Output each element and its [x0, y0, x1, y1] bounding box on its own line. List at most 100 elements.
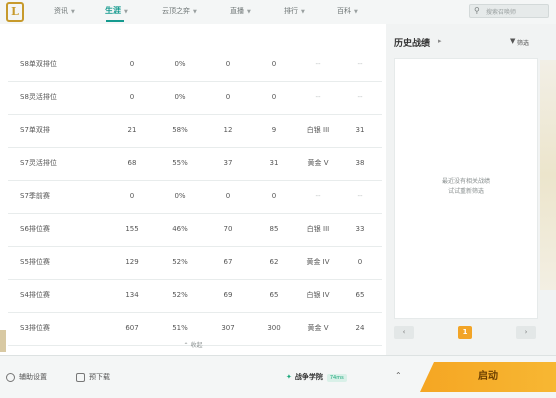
queue-name: S5排位赛: [20, 258, 50, 266]
nav-item-label: 云顶之弈: [162, 7, 190, 15]
rank-tier: 白银 IV: [306, 291, 330, 299]
games-played: 0: [129, 192, 135, 200]
league-points: --: [357, 192, 363, 200]
win-rate: 55%: [172, 159, 188, 167]
nav-item-label: 百科: [337, 7, 351, 15]
filter-icon[interactable]: ▼: [510, 37, 515, 45]
chevron-down-icon: ▼: [193, 9, 197, 15]
win-rate: 58%: [172, 126, 188, 134]
queue-name: S8灵活排位: [20, 93, 57, 101]
losses-count: 0: [271, 60, 277, 68]
losses-count: 9: [271, 126, 277, 134]
history-list: 最近没有相关战绩 试试重新筛选: [394, 58, 538, 319]
nav-item-label: 资讯: [54, 7, 68, 15]
wins-count: 70: [223, 225, 233, 233]
search-icon: ⚲: [474, 6, 480, 15]
chevron-up-icon[interactable]: ⌃: [395, 371, 402, 380]
wins-count: 0: [225, 60, 231, 68]
win-rate: 52%: [172, 291, 188, 299]
search-placeholder: 搜索召唤师: [486, 9, 517, 16]
server-name: 战争学院: [294, 373, 323, 381]
bottom-bar: 辅助设置 预下载 ✦ 战争学院 74ms ⌃ 启动: [0, 355, 556, 398]
rank-tier: --: [315, 192, 321, 200]
nav-item-label: 生涯: [105, 6, 121, 15]
table-row: S8灵活排位 0 0% 0 0 -- --: [8, 81, 382, 115]
chevron-down-icon: ▼: [247, 9, 251, 15]
losses-count: 0: [271, 192, 277, 200]
match-history-panel: 历史战绩 ▸ ▼ 筛选 最近没有相关战绩 试试重新筛选 ‹ 1 ›: [386, 24, 556, 355]
launch-button[interactable]: 启动: [420, 362, 556, 392]
next-page-button[interactable]: ›: [516, 326, 536, 339]
table-row: S7灵活排位 68 55% 37 31 黄金 V 38: [8, 147, 382, 181]
ranked-stats-panel[interactable]: S8单双排位 0 0% 0 0 -- -- S8灵活排位 0 0% 0 0 -- -- S7单双排 21 58%…: [0, 24, 386, 355]
table-row: S6排位赛 155 46% 70 85 白银 III 33: [8, 213, 382, 247]
nav-item-news[interactable]: 资讯 ▼: [54, 6, 75, 16]
rank-tier: 黄金 V: [307, 159, 329, 167]
ping-badge: 74ms: [326, 374, 347, 382]
pagination: ‹ 1 ›: [394, 326, 536, 340]
empty-state-line1: 最近没有相关战绩: [441, 178, 490, 185]
queue-name: S7灵活排位: [20, 159, 57, 167]
wins-count: 0: [225, 93, 231, 101]
wins-count: 69: [223, 291, 233, 299]
hexagon-icon: [6, 372, 15, 382]
current-page[interactable]: 1: [458, 326, 472, 339]
table-row: S7季前赛 0 0% 0 0 -- --: [8, 180, 382, 214]
pre-download-button[interactable]: 预下载: [76, 372, 110, 382]
chevron-down-icon: ▼: [124, 9, 128, 15]
losses-count: 0: [271, 93, 277, 101]
side-handle[interactable]: [0, 330, 6, 352]
chevron-right-icon[interactable]: ▸: [438, 37, 442, 45]
server-selector[interactable]: ✦ 战争学院 74ms: [286, 372, 347, 382]
wins-count: 0: [225, 192, 231, 200]
pre-download-label: 预下载: [89, 373, 110, 381]
games-played: 68: [127, 159, 137, 167]
queue-name: S6排位赛: [20, 225, 50, 233]
queue-name: S8单双排位: [20, 60, 57, 68]
games-played: 155: [125, 225, 139, 233]
chevron-down-icon: ▼: [71, 9, 75, 15]
queue-name: S7季前赛: [20, 192, 50, 200]
league-points: 38: [355, 159, 365, 167]
nav-item-live[interactable]: 直播 ▼: [230, 6, 251, 16]
background-art: [540, 60, 556, 290]
rank-tier: --: [315, 60, 321, 68]
chevron-down-icon: ▼: [301, 9, 305, 15]
active-tab-indicator: [106, 20, 124, 22]
prev-page-button[interactable]: ‹: [394, 326, 414, 339]
app-logo[interactable]: L: [6, 2, 24, 22]
league-points: 31: [355, 126, 365, 134]
rank-tier: 白银 III: [306, 126, 330, 134]
table-row: S5排位赛 129 52% 67 62 黄金 IV 0: [8, 246, 382, 280]
table-row: S4排位赛 134 52% 69 65 白银 IV 65: [8, 279, 382, 313]
nav-item-ranking[interactable]: 排行 ▼: [284, 6, 305, 16]
nav-item-wiki[interactable]: 百科 ▼: [337, 6, 358, 16]
league-points: --: [357, 60, 363, 68]
league-points: --: [357, 93, 363, 101]
win-rate: 0%: [174, 60, 186, 68]
assist-settings-button[interactable]: 辅助设置: [6, 372, 47, 382]
league-points: 0: [357, 258, 363, 266]
wins-count: 67: [223, 258, 233, 266]
losses-count: 62: [269, 258, 279, 266]
top-nav-bar: L 资讯 ▼ 生涯 ▼ 云顶之弈 ▼ 直播 ▼ 排行 ▼ 百科 ▼ ⚲ 搜索召唤师: [0, 0, 556, 25]
league-points: 33: [355, 225, 365, 233]
table-row: S8单双排位 0 0% 0 0 -- --: [8, 48, 382, 82]
rank-tier: 黄金 IV: [306, 258, 330, 266]
win-rate: 46%: [172, 225, 188, 233]
filter-button[interactable]: 筛选: [517, 38, 529, 47]
assist-settings-label: 辅助设置: [19, 373, 47, 381]
search-input[interactable]: ⚲ 搜索召唤师: [469, 4, 549, 18]
nav-item-tft[interactable]: 云顶之弈 ▼: [162, 6, 197, 16]
chevron-down-icon: ▼: [354, 9, 358, 15]
history-title[interactable]: 历史战绩: [394, 36, 430, 49]
queue-name: S4排位赛: [20, 291, 50, 299]
rank-tier: --: [315, 93, 321, 101]
league-points: 65: [355, 291, 365, 299]
nav-item-career[interactable]: 生涯 ▼: [105, 5, 128, 16]
games-played: 0: [129, 60, 135, 68]
download-icon: [76, 372, 85, 382]
nav-item-label: 直播: [230, 7, 244, 15]
collapse-toggle[interactable]: ⌃ 收起: [0, 340, 386, 349]
empty-state-line2: 试试重新筛选: [447, 188, 484, 195]
